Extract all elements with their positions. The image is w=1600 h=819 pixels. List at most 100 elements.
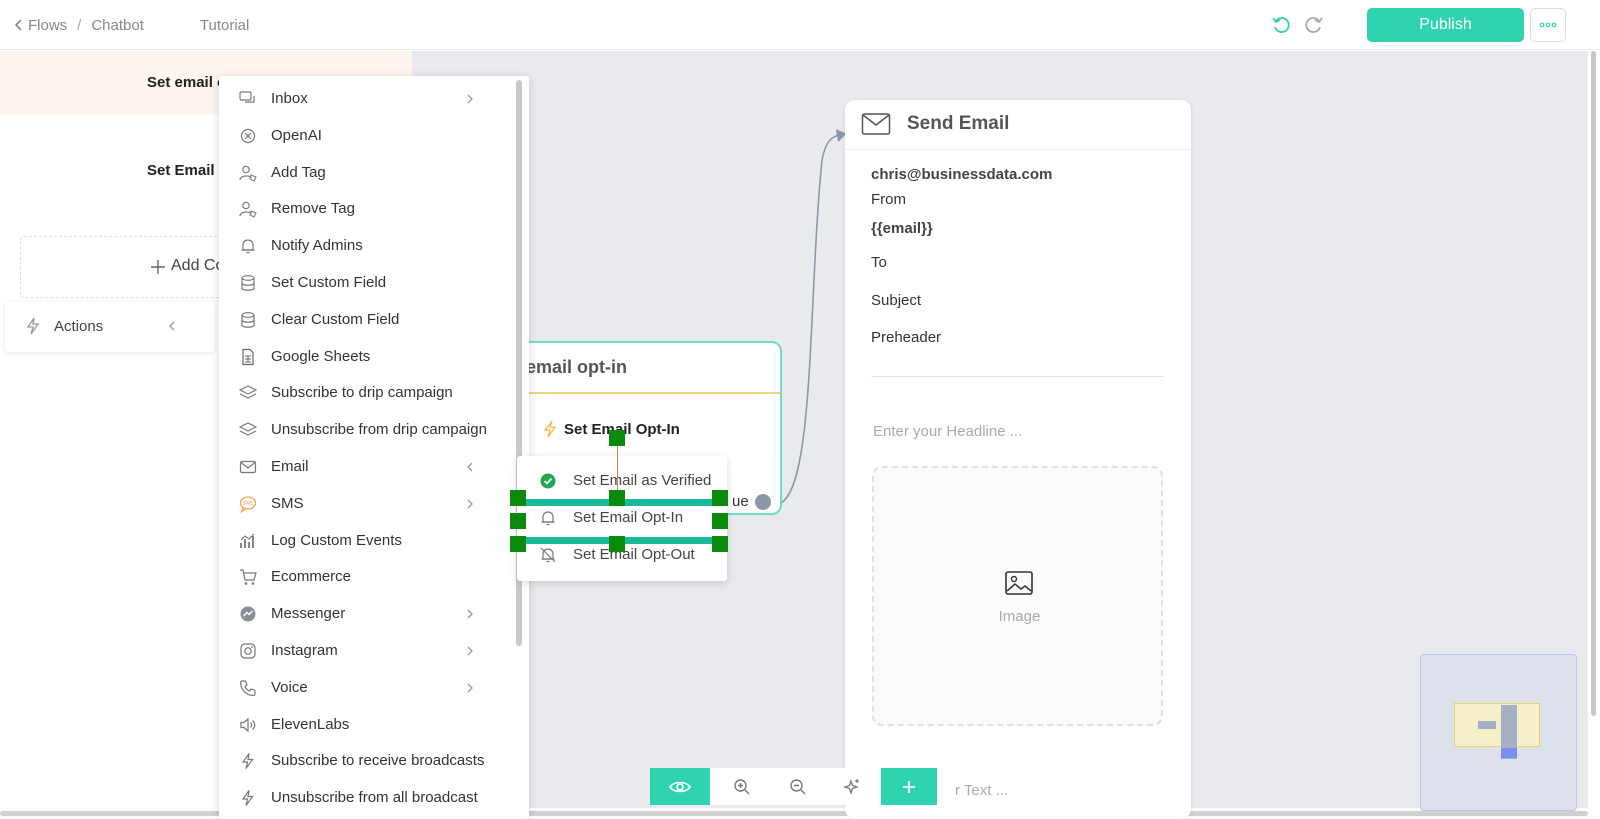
menu-item-email[interactable]: Email (219, 449, 519, 485)
chart-icon (239, 532, 257, 550)
bolt-icon (239, 752, 257, 770)
chevron-right-icon (464, 645, 476, 657)
actions-dropdown[interactable]: Actions (5, 302, 215, 352)
submenu-item-label: Set Email as Verified (573, 472, 712, 489)
selection-handle-w[interactable] (510, 513, 526, 529)
zoom-out-icon (790, 778, 806, 794)
menu-item-label: Set Custom Field (271, 274, 387, 291)
menu-item-label: Instagram (271, 642, 338, 659)
menu-item-ecommerce[interactable]: Ecommerce (219, 559, 519, 595)
selection-handle-e[interactable] (712, 513, 728, 529)
selection-handle-ne[interactable] (712, 490, 728, 506)
canvas-toolbar (650, 768, 937, 805)
user-tag-icon (239, 164, 257, 182)
send-email-header: Send Email (845, 100, 1191, 150)
menu-item-remove-tag[interactable]: Remove Tag (219, 191, 519, 227)
mail-icon (861, 113, 891, 135)
chevron-right-icon (464, 608, 476, 620)
image-icon (1005, 571, 1033, 595)
node-output-port[interactable] (755, 494, 771, 510)
menu-item-unsubscribe-from-all-broadcast[interactable]: Unsubscribe from all broadcast (219, 780, 519, 816)
speaker-icon (239, 716, 257, 734)
menu-item-label: Ecommerce (271, 568, 352, 586)
messenger-icon (239, 605, 257, 623)
menu-item-label: ElevenLabs (271, 715, 350, 733)
zoom-in-icon (734, 778, 750, 794)
menu-item-label: Unsubscribe from drip campaign (271, 421, 487, 439)
menu-item-subscribe-to-receive-broadcasts[interactable]: Subscribe to receive broadcasts (219, 743, 519, 779)
plus-icon (903, 780, 915, 793)
to-value[interactable]: {{email}} (871, 220, 933, 237)
zoom-out-button[interactable] (768, 768, 828, 805)
text-input[interactable]: r Text ... (955, 782, 1008, 799)
menu-item-google-sheets[interactable]: Google Sheets (219, 339, 519, 375)
node-divider (514, 392, 780, 394)
menu-item-voice[interactable]: Voice (219, 670, 519, 706)
auto-layout-button[interactable] (822, 768, 882, 805)
zoom-in-button[interactable] (712, 768, 772, 805)
database-icon (239, 274, 257, 292)
menu-item-subscribe-to-drip-campaign[interactable]: Subscribe to drip campaign (219, 375, 519, 411)
node-continue-label: ue (732, 493, 749, 510)
submenu-item-label: Set Email Opt-Out (573, 546, 695, 563)
subject-label[interactable]: Subject (871, 292, 921, 309)
selection-handle-top-connector[interactable] (609, 430, 625, 446)
selection-handle-s[interactable] (609, 536, 625, 552)
svg-text:SMS: SMS (243, 501, 254, 507)
database-icon (239, 311, 257, 329)
actions-label: Actions (54, 318, 104, 335)
add-condition-label: Add Co (171, 257, 225, 274)
add-node-button[interactable] (881, 768, 937, 805)
layers-icon (239, 421, 257, 439)
menu-item-unsubscribe-from-drip-campaign[interactable]: Unsubscribe from drip campaign (219, 412, 519, 448)
menu-item-clear-custom-field[interactable]: Clear Custom Field (219, 302, 519, 338)
menu-item-label: Subscribe to receive broadcasts (271, 752, 485, 770)
chevron-left-icon (464, 461, 476, 473)
headline-input[interactable]: Enter your Headline ... (873, 423, 1022, 440)
plus-icon (151, 260, 165, 274)
menu-item-notify-admins[interactable]: Notify Admins (219, 228, 519, 264)
sidebar-row-set-email[interactable]: Set Email (147, 162, 215, 179)
sms-icon: SMS (239, 495, 257, 513)
selection-handle-n[interactable] (609, 490, 625, 506)
bolt-icon (543, 420, 557, 438)
selection-handle-nw[interactable] (510, 490, 526, 506)
menu-item-label: Clear Custom Field (271, 310, 400, 328)
menu-item-sms[interactable]: SMS SMS (219, 486, 519, 522)
menu-item-openai[interactable]: OpenAI (219, 118, 519, 154)
from-label: From (871, 191, 906, 208)
preheader-label[interactable]: Preheader (871, 329, 941, 346)
menu-item-label: Log Custom Events (271, 531, 402, 549)
menu-item-label: Messenger (271, 605, 346, 623)
menu-item-messenger[interactable]: Messenger (219, 596, 519, 632)
menu-item-label: Google Sheets (271, 347, 371, 365)
menu-item-inbox[interactable]: Inbox (219, 81, 519, 117)
image-dropzone[interactable]: Image (872, 466, 1163, 726)
menu-item-set-custom-field[interactable]: Set Custom Field (219, 265, 519, 301)
send-email-card[interactable]: Send Email chris@businessdata.com From {… (845, 100, 1191, 819)
minimap[interactable] (1420, 654, 1577, 811)
menu-item-label: Remove Tag (271, 200, 355, 218)
image-label: Image (998, 608, 1041, 625)
menu-item-label: Add Tag (271, 163, 326, 181)
eye-icon (669, 781, 691, 792)
menu-item-label: Inbox (271, 90, 308, 107)
from-value[interactable]: chris@businessdata.com (871, 166, 1052, 183)
selection-handle-sw[interactable] (510, 536, 526, 552)
menu-item-add-tag[interactable]: Add Tag (219, 155, 519, 191)
menu-item-label: Voice (271, 678, 308, 696)
preview-button[interactable] (650, 768, 710, 805)
instagram-icon (239, 642, 257, 660)
menu-item-log-custom-events[interactable]: Log Custom Events (219, 523, 519, 559)
node-title: email opt-in (526, 357, 628, 377)
minimap-node (1478, 721, 1496, 729)
mail-icon (239, 458, 257, 476)
selection-handle-se[interactable] (712, 536, 728, 552)
minimap-viewport[interactable] (1454, 703, 1540, 747)
menu-item-elevenlabs[interactable]: ElevenLabs (219, 707, 519, 743)
email-divider (871, 376, 1163, 377)
to-label: To (871, 254, 887, 271)
chevron-right-icon (464, 498, 476, 510)
menu-item-instagram[interactable]: Instagram (219, 633, 519, 669)
chevron-right-icon (464, 93, 476, 105)
